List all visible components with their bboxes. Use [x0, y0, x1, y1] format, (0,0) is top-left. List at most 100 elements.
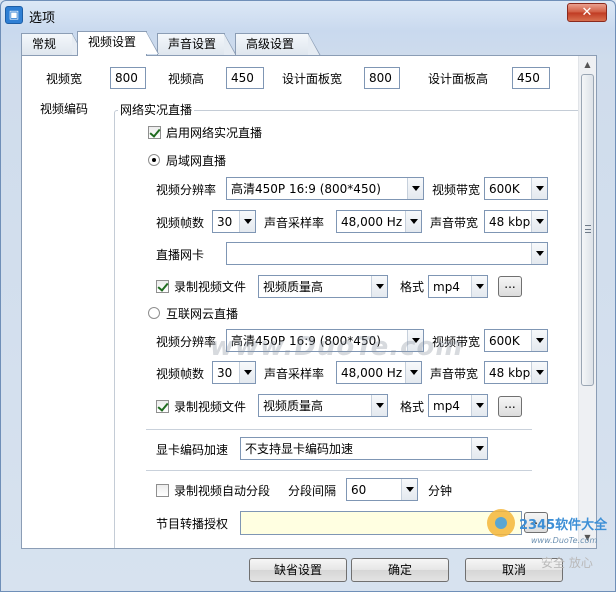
live-streaming-group-title: 网络实况直播 [118, 102, 195, 118]
tab-video-settings-label: 视频设置 [88, 35, 137, 49]
chevron-down-icon [239, 211, 255, 232]
tab-general[interactable]: 常规 [21, 33, 85, 56]
separator [146, 429, 532, 430]
chevron-down-icon [471, 276, 487, 297]
lan-fps-select[interactable]: 30 [212, 210, 256, 233]
cloud-quality-value: 视频质量高 [263, 399, 324, 413]
default-settings-button[interactable]: 缺省设置 [249, 558, 347, 582]
scroll-down-icon[interactable]: ▼ [581, 530, 594, 546]
tab-edge-fill [146, 32, 158, 54]
video-width-label: 视频宽 [46, 72, 83, 86]
cloud-resolution-label: 视频分辨率 [156, 335, 217, 349]
cloud-resolution-value: 高清450P 16:9 (800*450) [231, 334, 381, 348]
chevron-down-icon [405, 362, 421, 383]
cloud-quality-select[interactable]: 视频质量高 [258, 394, 388, 417]
cloud-format-select[interactable]: mp4 [428, 394, 488, 417]
design-width-label: 设计面板宽 [282, 72, 343, 86]
lan-resolution-value: 高清450P 16:9 (800*450) [231, 182, 381, 196]
gpu-accel-value: 不支持显卡编码加速 [245, 442, 354, 456]
lan-bandwidth-label: 视频带宽 [432, 183, 481, 197]
close-icon: ✕ [581, 5, 593, 20]
cloud-fps-select[interactable]: 30 [212, 361, 256, 384]
chevron-down-icon [405, 211, 421, 232]
lan-resolution-select[interactable]: 高清450P 16:9 (800*450) [226, 177, 424, 200]
cloud-record-path-button[interactable]: ... [498, 396, 522, 417]
lan-format-value: mp4 [433, 280, 460, 294]
ok-button[interactable]: 确定 [351, 558, 449, 582]
split-interval-unit: 分钟 [428, 484, 453, 498]
lan-record-path-button[interactable]: ... [498, 276, 522, 297]
lan-netcard-label: 直播网卡 [156, 248, 205, 262]
cloud-live-label: 互联网云直播 [166, 307, 239, 321]
cancel-button[interactable]: 取消 [465, 558, 563, 582]
lan-record-checkbox[interactable] [156, 280, 169, 293]
cloud-samplerate-label: 声音采样率 [264, 367, 325, 381]
lan-audio-bw-value: 48 kbps [489, 215, 537, 229]
cloud-record-checkbox[interactable] [156, 400, 169, 413]
cloud-audio-bw-label: 声音带宽 [430, 367, 479, 381]
auto-split-checkbox[interactable] [156, 484, 169, 497]
chevron-down-icon [471, 395, 487, 416]
lan-quality-select[interactable]: 视频质量高 [258, 275, 388, 298]
cloud-format-value: mp4 [433, 399, 460, 413]
cloud-samplerate-select[interactable]: 48,000 Hz [336, 361, 422, 384]
cloud-format-label: 格式 [400, 400, 425, 414]
chevron-down-icon [407, 330, 423, 351]
lan-fps-label: 视频帧数 [156, 216, 205, 230]
lan-quality-value: 视频质量高 [263, 280, 324, 294]
program-auth-label: 节目转播授权 [156, 517, 229, 531]
video-width-input[interactable]: 800 [110, 67, 146, 89]
tab-advanced-settings[interactable]: 高级设置 [235, 33, 321, 56]
video-height-input[interactable]: 450 [226, 67, 264, 89]
window-title: 选项 [29, 11, 56, 26]
grip-icon [585, 225, 591, 233]
cloud-audio-bw-select[interactable]: 48 kbps [484, 361, 548, 384]
lan-bandwidth-select[interactable]: 600K [484, 177, 548, 200]
scroll-thumb[interactable] [581, 74, 594, 386]
auto-split-label: 录制视频自动分段 [174, 484, 271, 498]
lan-samplerate-value: 48,000 Hz [341, 215, 403, 229]
tab-audio-settings[interactable]: 声音设置 [157, 33, 237, 56]
tab-audio-settings-label: 声音设置 [168, 37, 217, 51]
video-height-label: 视频高 [168, 72, 205, 86]
lan-audio-bw-select[interactable]: 48 kbps [484, 210, 548, 233]
cloud-bandwidth-select[interactable]: 600K [484, 329, 548, 352]
lan-live-radio[interactable] [148, 154, 160, 166]
design-width-input[interactable]: 800 [364, 67, 400, 89]
lan-record-label: 录制视频文件 [174, 280, 247, 294]
close-button[interactable]: ✕ [567, 3, 607, 22]
cloud-record-label: 录制视频文件 [174, 400, 247, 414]
lan-audio-bw-label: 声音带宽 [430, 216, 479, 230]
gpu-accel-label: 显卡编码加速 [156, 443, 229, 457]
chevron-down-icon [531, 243, 547, 264]
program-auth-button[interactable]: ... [524, 512, 548, 533]
lan-fps-value: 30 [217, 215, 233, 229]
lan-samplerate-select[interactable]: 48,000 Hz [336, 210, 422, 233]
lan-format-select[interactable]: mp4 [428, 275, 488, 298]
split-interval-select[interactable]: 60 [346, 478, 418, 501]
chevron-down-icon [371, 395, 387, 416]
lan-bandwidth-value: 600K [489, 182, 520, 196]
lan-samplerate-label: 声音采样率 [264, 216, 325, 230]
chevron-down-icon [531, 330, 547, 351]
cloud-audio-bw-value: 48 kbps [489, 366, 537, 380]
lan-live-label: 局域网直播 [166, 154, 227, 168]
cloud-fps-label: 视频帧数 [156, 367, 205, 381]
scroll-up-icon[interactable]: ▲ [581, 57, 594, 73]
cloud-live-radio[interactable] [148, 307, 160, 319]
options-dialog: ▣ 选项 ✕ 常规 声音设置 高级设置 视频设置 视频宽 800 视频高 450… [0, 0, 616, 592]
tab-video-settings[interactable]: 视频设置 [77, 31, 159, 56]
gpu-accel-select[interactable]: 不支持显卡编码加速 [240, 437, 488, 460]
chevron-down-icon [531, 211, 547, 232]
program-auth-input[interactable] [240, 511, 522, 535]
separator [146, 470, 532, 471]
design-height-input[interactable]: 450 [512, 67, 550, 89]
panel-scrollbar[interactable]: ▲ ▼ [578, 56, 596, 548]
cloud-bandwidth-value: 600K [489, 334, 520, 348]
lan-netcard-select[interactable] [226, 242, 548, 265]
lan-format-label: 格式 [400, 280, 425, 294]
cloud-resolution-select[interactable]: 高清450P 16:9 (800*450) [226, 329, 424, 352]
chevron-down-icon [371, 276, 387, 297]
enable-live-checkbox[interactable] [148, 126, 161, 139]
chevron-down-icon [471, 438, 487, 459]
